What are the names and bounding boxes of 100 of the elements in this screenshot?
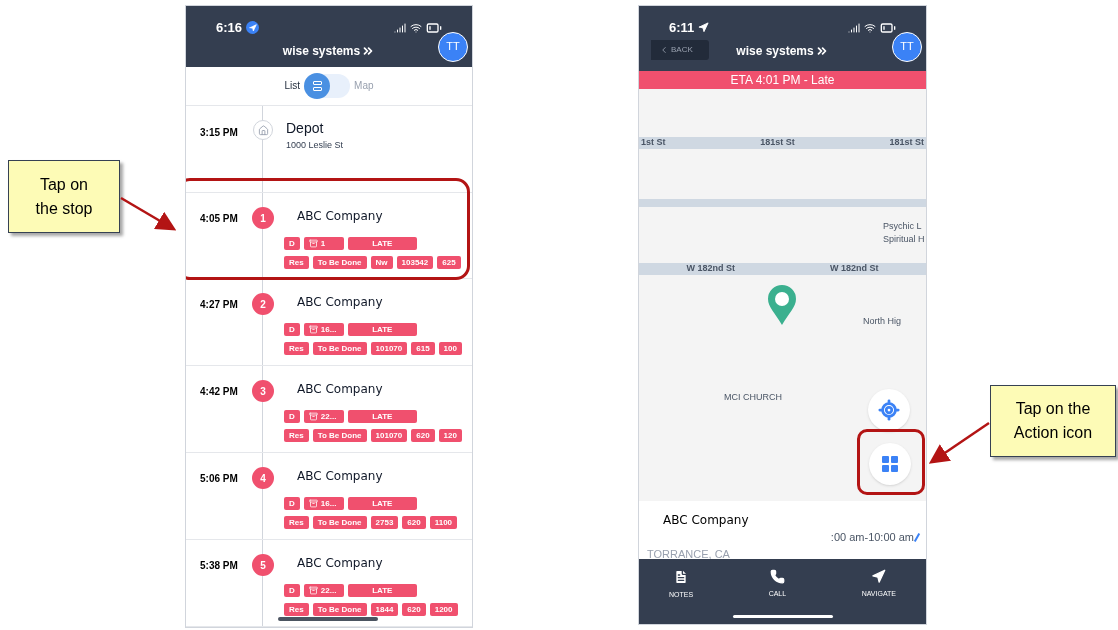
place-label: MCI CHURCH	[724, 391, 782, 404]
depot-name: Depot	[286, 119, 325, 138]
tag: 103542	[396, 256, 434, 269]
wifi-icon	[410, 21, 422, 34]
stop-name: ABC Company	[296, 208, 384, 225]
status-tag: LATE	[347, 410, 417, 423]
tag: 625	[437, 256, 461, 269]
tag: D	[284, 323, 300, 336]
tag: 101070	[370, 429, 408, 442]
tag: D	[284, 410, 300, 423]
street-label: 1st St	[641, 136, 666, 150]
crosshair-icon	[878, 399, 900, 421]
package-icon	[308, 499, 318, 508]
location-pin-icon	[767, 285, 797, 325]
pointer-arrow	[928, 421, 990, 464]
tag: Res	[284, 603, 309, 616]
status-time: 6:11	[669, 19, 695, 37]
view-tab[interactable]: List	[284, 78, 301, 94]
tag: 1200	[429, 603, 458, 616]
stop-number: 5	[252, 554, 274, 576]
stop-row[interactable]: 4:27 PM 2 ABC Company D 16... LATE Res To Be Done 101070 615 100	[186, 279, 472, 366]
stop-number: 2	[252, 293, 274, 315]
tag: 1844	[370, 603, 399, 616]
status-tag: LATE	[347, 237, 417, 250]
tag: D	[284, 584, 300, 597]
tag: 100	[438, 342, 462, 355]
stop-time: 5:06 PM	[199, 472, 239, 486]
place-label: Psychic L	[883, 220, 922, 233]
tag: Res	[284, 429, 309, 442]
stop-number: 3	[252, 380, 274, 402]
stop-row[interactable]: 5:38 PM 5 ABC Company D 22... LATE Res To Be Done 1844 620 1200	[186, 540, 472, 627]
place-label: North Hig	[863, 315, 901, 328]
tag: Res	[284, 516, 309, 529]
stop-time: 4:42 PM	[199, 385, 239, 399]
logo-text: wise systems	[736, 42, 814, 60]
stop-name: ABC Company	[662, 512, 750, 529]
stop-time: 4:05 PM	[199, 212, 239, 226]
stop-name: ABC Company	[296, 468, 384, 485]
package-tag: 16...	[303, 497, 344, 510]
package-icon	[308, 586, 318, 595]
action-button[interactable]	[869, 443, 911, 485]
wifi-icon	[864, 21, 876, 34]
status-tag: LATE	[347, 323, 417, 336]
package-icon	[308, 325, 318, 334]
tag: Nw	[370, 256, 393, 269]
package-tag: 22...	[303, 584, 344, 597]
location-icon	[246, 21, 260, 35]
status-tag: LATE	[347, 497, 417, 510]
avatar[interactable]: TT	[892, 31, 922, 62]
tag: 620	[402, 603, 426, 616]
view-switch[interactable]	[304, 73, 351, 98]
time-window: :00 am-10:00 am	[830, 529, 914, 546]
tag: 2753	[370, 516, 399, 529]
tag: D	[284, 237, 300, 250]
stop-name: ABC Company	[296, 555, 384, 572]
street-label: W 182nd St	[686, 262, 735, 276]
eta-banner: ETA 4:01 PM - Late	[639, 71, 926, 89]
avatar[interactable]: TT	[438, 31, 468, 62]
tag: To Be Done	[312, 256, 367, 269]
stop-row[interactable]: 4:42 PM 3 ABC Company D 22... LATE Res To Be Done 101070 620 120	[186, 366, 472, 453]
signal-icon	[394, 21, 406, 34]
phone-icon	[769, 569, 785, 584]
tag: To Be Done	[312, 342, 367, 355]
logo-text: wise systems	[282, 42, 361, 60]
pointer-arrow	[120, 196, 177, 231]
stop-row[interactable]: 5:06 PM 4 ABC Company D 16... LATE Res To Be Done 2753 620 1100	[186, 453, 472, 540]
status-tag: LATE	[347, 584, 417, 597]
street-label: 181st St	[889, 136, 924, 150]
stop-name: ABC Company	[296, 294, 384, 311]
street-label: 181st St	[760, 136, 795, 150]
tag: 615	[411, 342, 435, 355]
tag: To Be Done	[312, 516, 367, 529]
street-label: W 182nd St	[830, 262, 879, 276]
callout: Tap on the stop	[8, 160, 120, 233]
package-tag: 16...	[303, 323, 344, 336]
location-icon	[698, 22, 710, 34]
package-icon	[308, 239, 318, 248]
tag: Res	[284, 342, 309, 355]
tag: Res	[284, 256, 309, 269]
tag: To Be Done	[312, 429, 367, 442]
locate-button[interactable]	[868, 389, 910, 431]
package-icon	[308, 412, 318, 421]
tag: 620	[411, 429, 435, 442]
stop-number: 1	[252, 207, 274, 229]
edit-icon	[913, 532, 921, 542]
signal-icon	[848, 21, 860, 34]
back-button[interactable]: BACK	[651, 39, 709, 60]
tag: 620	[402, 516, 426, 529]
navigate-icon	[871, 569, 887, 584]
grid-icon	[882, 456, 898, 472]
place-label: Spiritual H	[883, 233, 925, 246]
status-time: 6:16	[216, 19, 243, 37]
callout: Tap on the Action icon	[990, 385, 1116, 457]
package-tag: 1	[303, 237, 344, 250]
chevron-left-icon	[659, 44, 669, 55]
city-label: TORRANCE, CA	[647, 546, 731, 562]
stop-time: 4:27 PM	[199, 298, 239, 312]
depot-address: 1000 Leslie St	[286, 139, 344, 152]
stop-name: ABC Company	[296, 381, 384, 398]
stop-row[interactable]: 4:05 PM 1 ABC Company D 1 LATE Res To Be Done Nw 103542 625	[186, 192, 472, 279]
